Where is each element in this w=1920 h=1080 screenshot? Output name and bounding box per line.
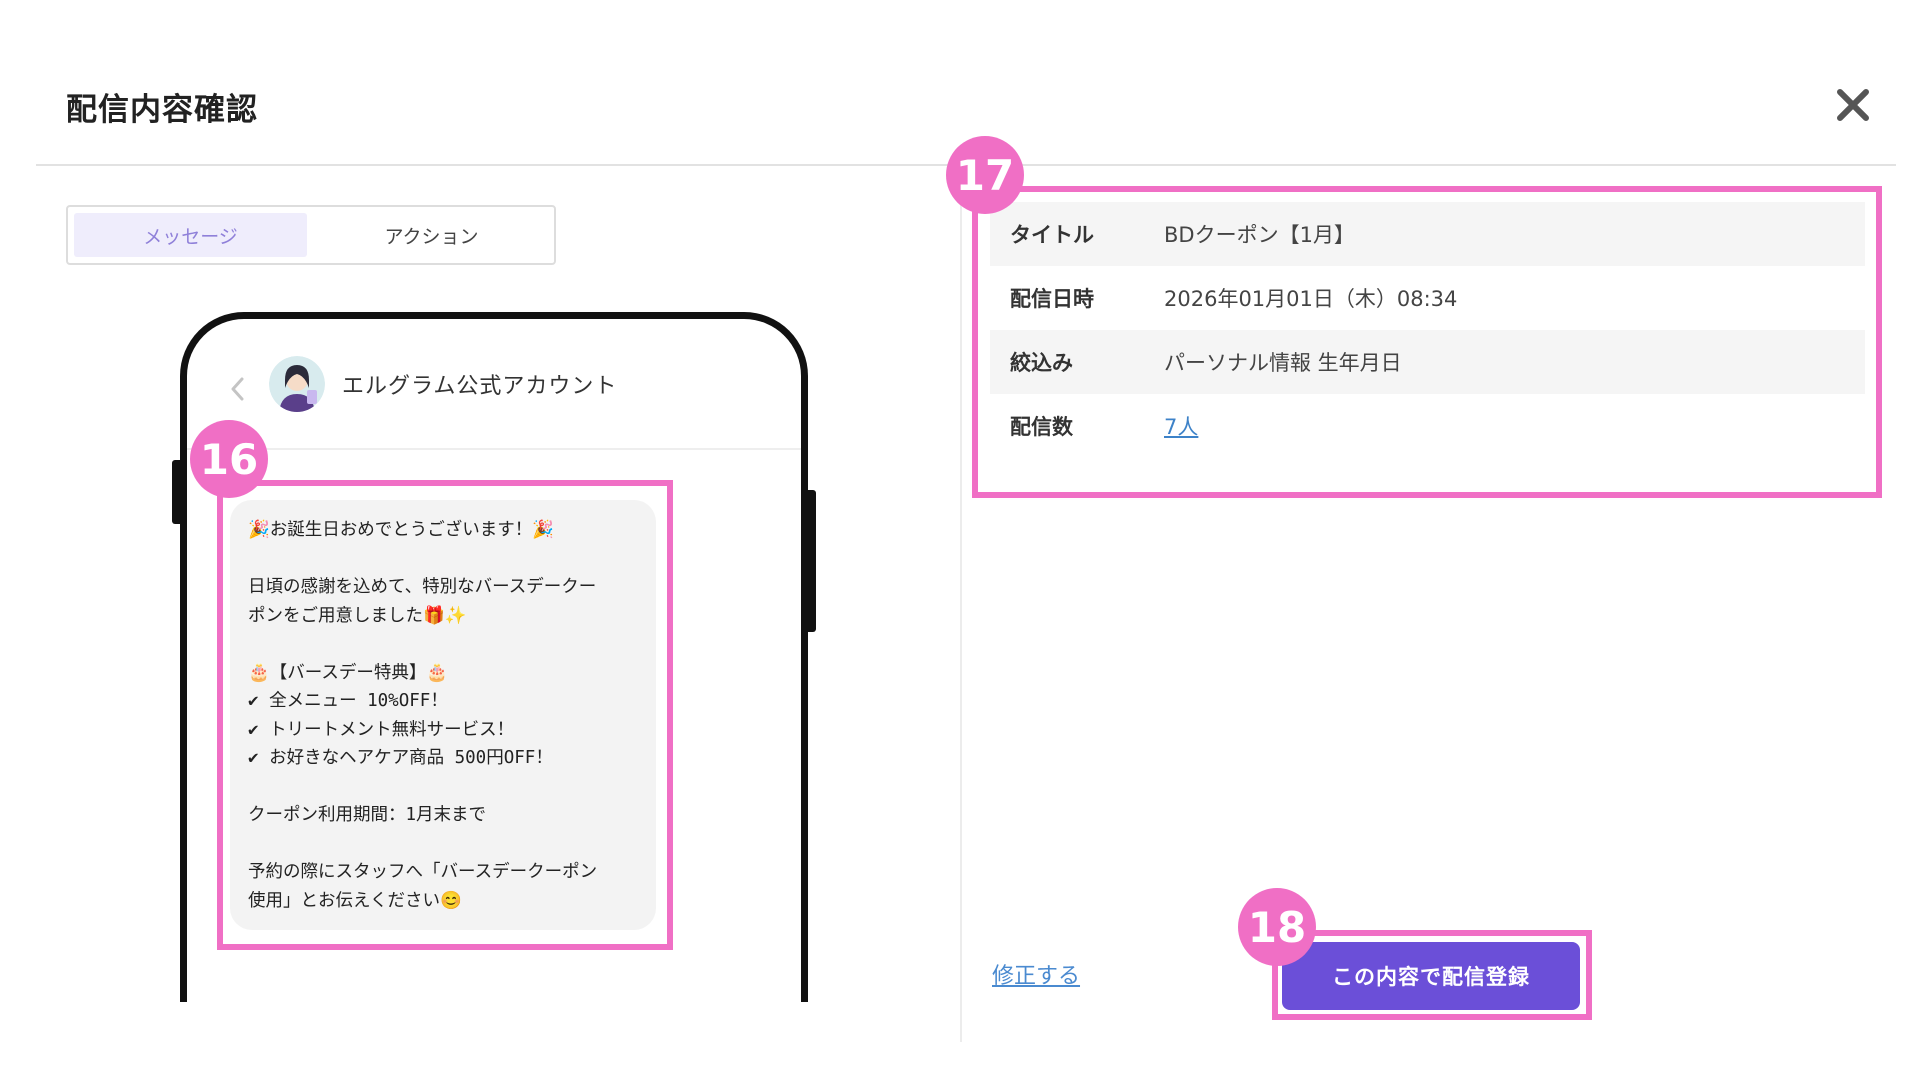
close-button[interactable] <box>1830 82 1876 128</box>
close-icon <box>1837 89 1869 121</box>
info-label: 配信数 <box>1010 415 1073 439</box>
preview-tabs: メッセージ アクション <box>66 205 556 265</box>
info-row-filter: 絞込み パーソナル情報 生年月日 <box>990 330 1865 394</box>
info-row-count: 配信数 7人 <box>990 394 1865 458</box>
info-label: タイトル <box>1010 223 1094 247</box>
info-row-title: タイトル BDクーポン【1月】 <box>990 202 1865 266</box>
info-label: 配信日時 <box>1010 287 1094 311</box>
info-value: BDクーポン【1月】 <box>1164 223 1355 247</box>
tab-action[interactable]: アクション <box>315 213 548 257</box>
info-row-datetime: 配信日時 2026年01月01日（木）08:34 <box>990 266 1865 330</box>
message-bubble: 🎉お誕生日おめでとうございます！🎉 日頃の感謝を込めて、特別なバースデークー ポ… <box>230 500 656 930</box>
modal-header: 配信内容確認 <box>0 0 1920 166</box>
info-value: パーソナル情報 生年月日 <box>1164 351 1402 375</box>
column-divider <box>960 166 962 1042</box>
tab-message[interactable]: メッセージ <box>74 213 307 257</box>
chat-header: エルグラム公式アカウント <box>187 350 801 450</box>
callout-badge-16: 16 <box>190 420 268 498</box>
callout-badge-17: 17 <box>946 136 1024 214</box>
avatar-icon <box>269 356 325 412</box>
info-value: 2026年01月01日（木）08:34 <box>1164 287 1458 311</box>
avatar <box>269 356 325 412</box>
info-label: 絞込み <box>1010 351 1073 375</box>
chevron-left-icon[interactable] <box>227 374 247 404</box>
callout-badge-18: 18 <box>1238 888 1316 966</box>
info-value: 7人 <box>1163 394 1865 458</box>
register-delivery-button[interactable]: この内容で配信登録 <box>1282 942 1580 1010</box>
account-name: エルグラム公式アカウント <box>342 374 618 399</box>
modal-title: 配信内容確認 <box>66 92 258 128</box>
edit-link[interactable]: 修正する <box>992 958 1080 990</box>
recipient-count-link[interactable]: 7人 <box>1164 415 1198 439</box>
delivery-info-table: タイトル BDクーポン【1月】 配信日時 2026年01月01日（木）08:34… <box>990 202 1865 458</box>
